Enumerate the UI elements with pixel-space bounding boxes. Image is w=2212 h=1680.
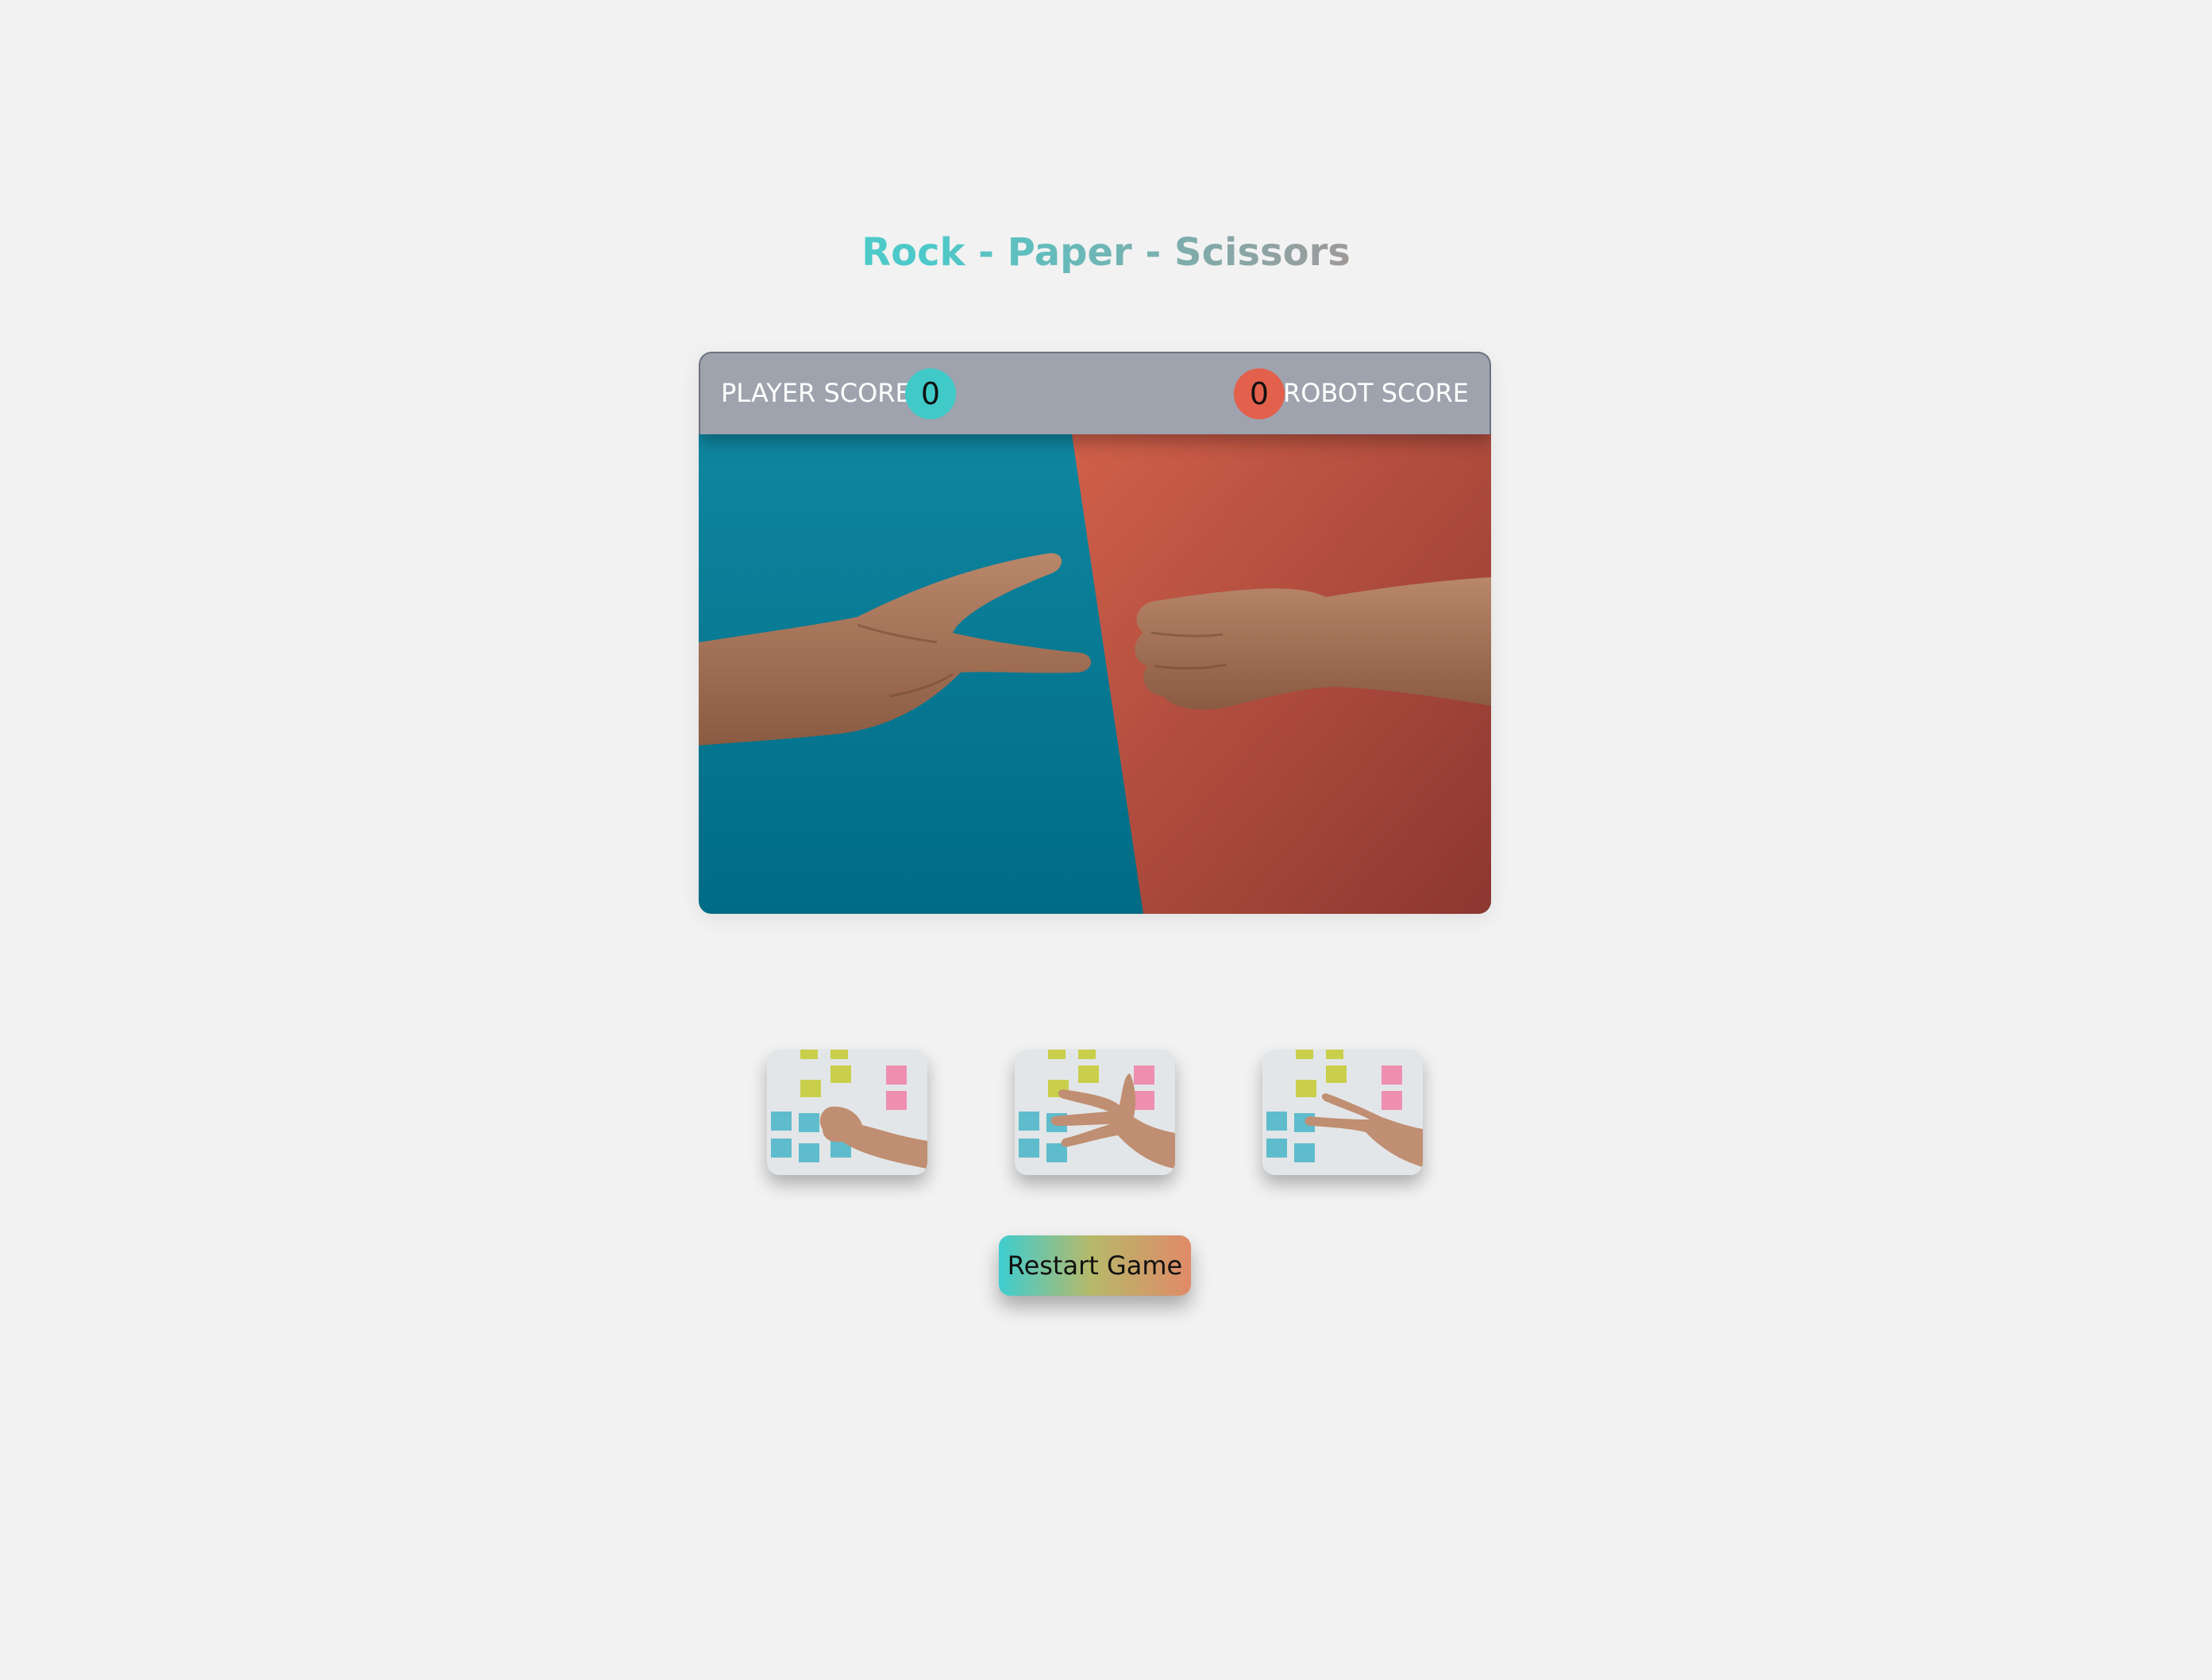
player-score-badge: 0 [905,368,956,419]
robot-score-label: ROBOT SCORE [1282,378,1469,408]
scoreboard: PLAYER SCORE 0 0 ROBOT SCORE [699,352,1491,434]
restart-game-button[interactable]: Restart Game [999,1235,1191,1296]
robot-score-badge: 0 [1234,368,1285,419]
game-page: Rock - Paper - Scissors PLAYER SCORE 0 0… [0,0,2212,1680]
choice-buttons [0,1050,2212,1175]
player-score-label: PLAYER SCORE [721,378,911,408]
scissors-choice-button[interactable] [1262,1050,1423,1175]
game-board: PLAYER SCORE 0 0 ROBOT SCORE [699,352,1491,914]
scissors-hand-icon [1262,1050,1423,1175]
game-title: Rock - Paper - Scissors [0,230,2212,275]
battle-scene-image [699,434,1491,914]
rock-choice-button[interactable] [767,1050,927,1175]
rock-hand-icon [767,1050,927,1175]
paper-choice-button[interactable] [1015,1050,1175,1175]
paper-hand-icon [1015,1050,1175,1175]
